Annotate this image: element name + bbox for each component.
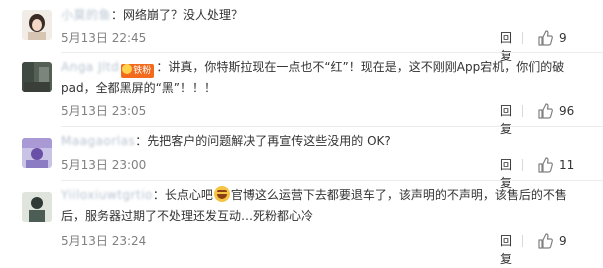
comment-body-start: 长点心吧 — [164, 188, 213, 202]
thumbs-up-icon — [538, 30, 553, 46]
colon: ： — [111, 8, 124, 22]
like-count: 96 — [559, 104, 575, 118]
like-button[interactable]: 9 — [537, 232, 583, 250]
comment-divider — [61, 180, 603, 181]
fan-badge-icon — [122, 64, 133, 74]
comment-text: Anga Jltd 铁粉 ：讲真，你特斯拉现在一点也不“红”！现在是，这不刚刚App… — [61, 57, 583, 99]
comment-meta: 5月13日 23:24 回复 9 — [61, 232, 583, 266]
avatar[interactable] — [22, 192, 52, 222]
comment-divider — [61, 52, 603, 53]
fan-badge-label: 铁粉 — [133, 66, 152, 76]
comment-text: Yiiloxiuwtgrtio：长点心吧 官博这么运营下去都要退车了，该声明的不声… — [61, 185, 583, 227]
avatar[interactable] — [22, 10, 52, 40]
comment-divider — [61, 126, 603, 127]
fan-badge[interactable]: 铁粉 — [121, 64, 155, 78]
username[interactable]: Yiiloxiuwtgrtio — [61, 188, 153, 202]
action-separator — [522, 159, 523, 171]
action-separator — [522, 32, 523, 44]
action-separator — [522, 105, 523, 117]
like-button[interactable]: 11 — [537, 156, 583, 174]
like-count: 9 — [559, 31, 567, 45]
comment-meta: 5月13日 23:00 回复 11 — [61, 156, 583, 190]
like-count: 9 — [559, 234, 567, 248]
username[interactable]: Maagaorlas — [61, 134, 135, 148]
username[interactable]: Anga Jltd — [61, 60, 119, 74]
comment-meta: 5月13日 22:45 回复 9 — [61, 29, 583, 63]
avatar[interactable] — [22, 62, 52, 92]
reply-button[interactable]: 回复 — [500, 232, 512, 268]
like-button[interactable]: 96 — [537, 102, 583, 120]
colon: ： — [135, 134, 148, 148]
like-count: 11 — [559, 158, 575, 172]
comment-text: Maagaorlas：先把客户的问题解决了再宣传这些没用的 OK? — [61, 131, 583, 152]
comment-body: 网络崩了？没人处理？ — [123, 8, 244, 22]
timestamp: 5月13日 23:24 — [61, 234, 147, 248]
thumbs-up-icon — [538, 157, 553, 173]
thumbs-up-icon — [538, 233, 553, 249]
username[interactable]: 小莫的鱼 — [61, 8, 111, 22]
action-separator — [522, 235, 523, 247]
comment-text: 小莫的鱼：网络崩了？没人处理？ — [61, 5, 583, 26]
timestamp: 5月13日 23:00 — [61, 158, 147, 172]
comment-meta: 5月13日 23:05 回复 96 — [61, 102, 583, 136]
colon: ： — [152, 188, 165, 202]
colon: ： — [156, 60, 169, 74]
timestamp: 5月13日 22:45 — [61, 31, 147, 45]
comment-body: 先把客户的问题解决了再宣传这些没用的 OK? — [147, 134, 391, 148]
like-button[interactable]: 9 — [537, 29, 583, 47]
laughing-emoji-icon — [213, 186, 230, 202]
thumbs-up-icon — [538, 103, 553, 119]
avatar[interactable] — [22, 138, 52, 168]
timestamp: 5月13日 23:05 — [61, 104, 147, 118]
